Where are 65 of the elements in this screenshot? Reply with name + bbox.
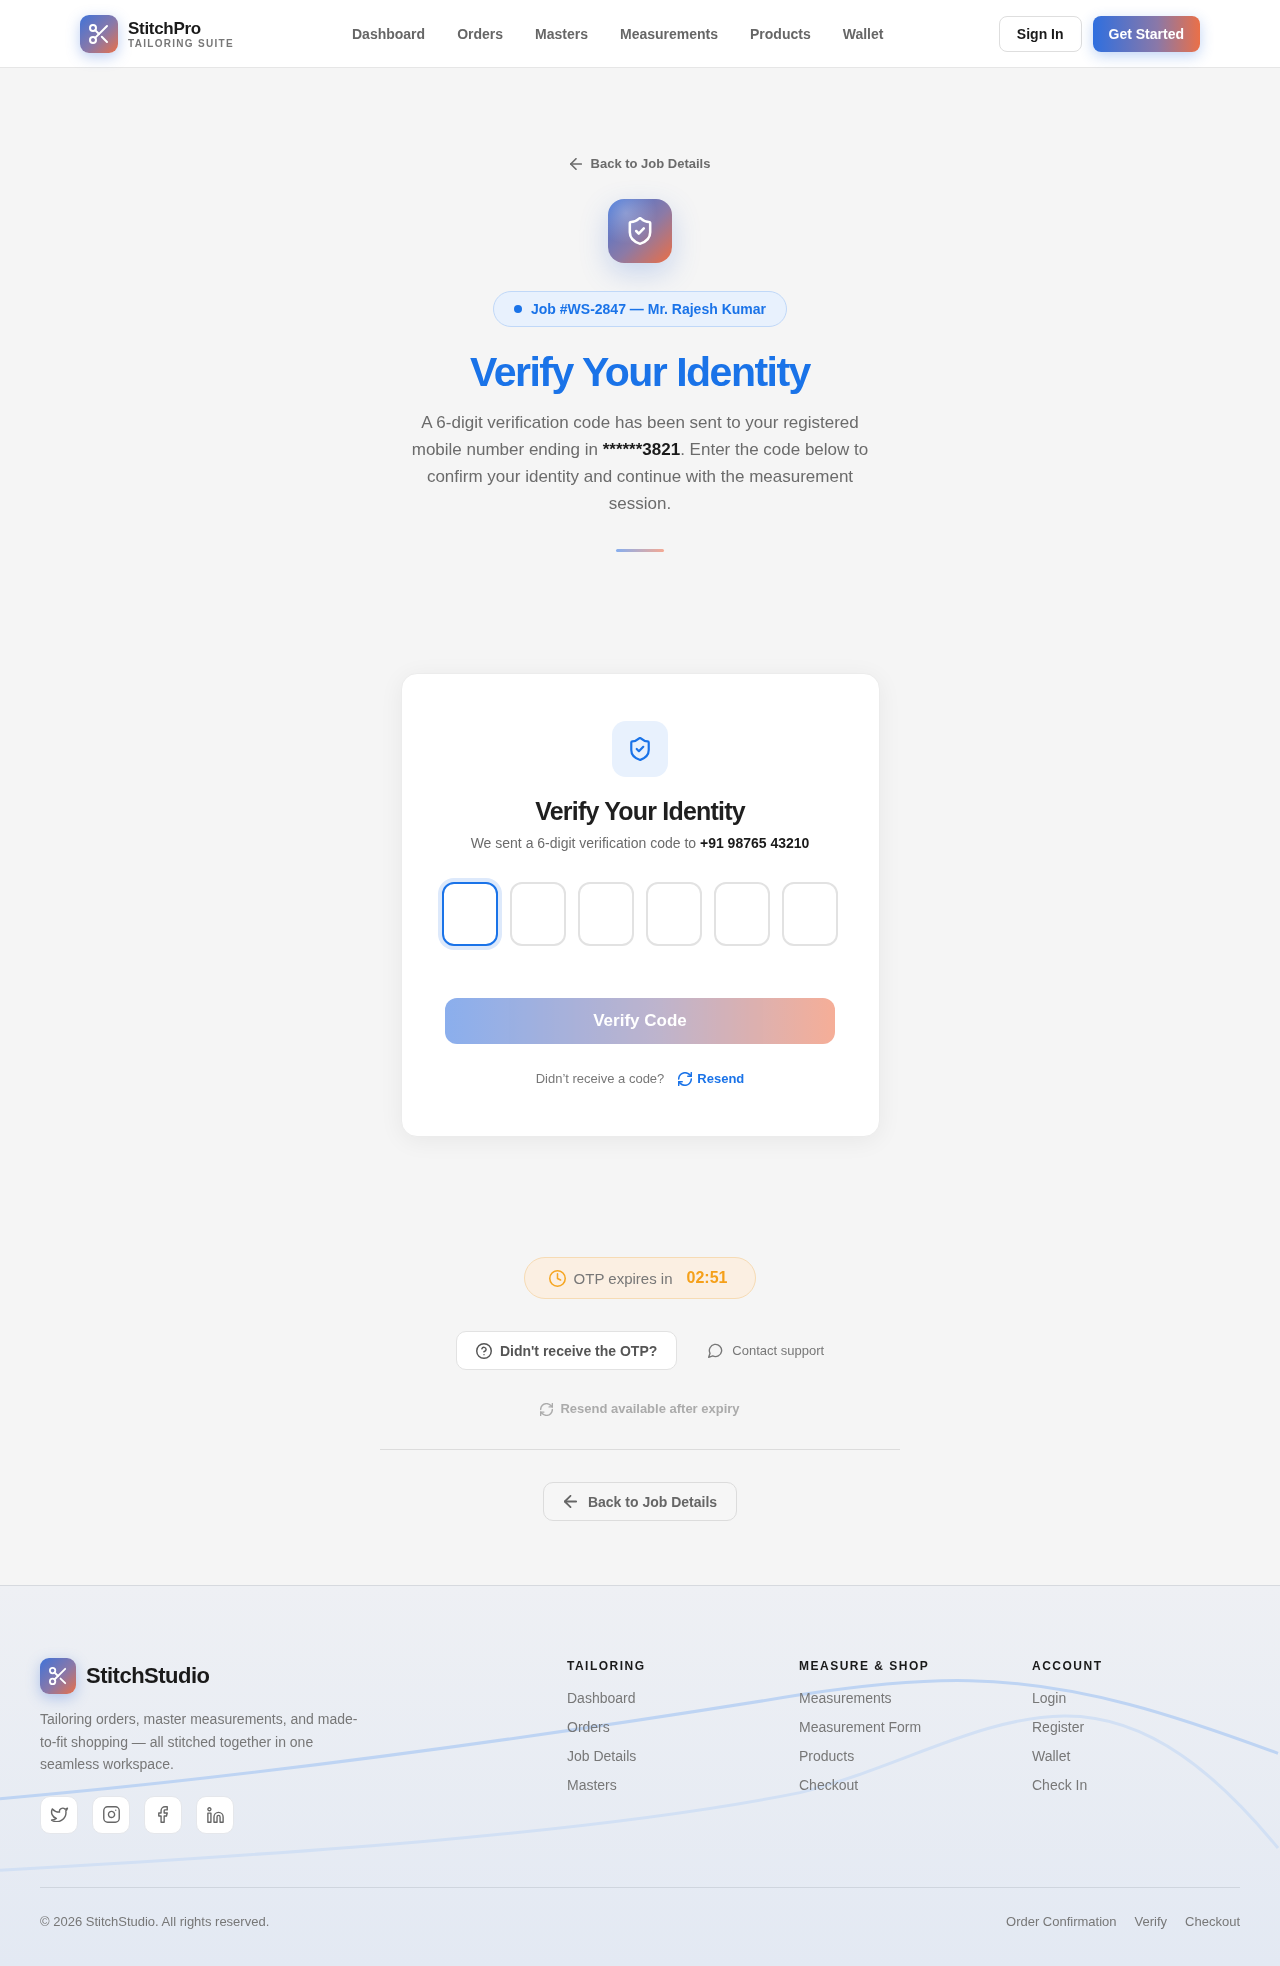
nav-link[interactable]: Measurements [619,24,718,43]
resend-availability-note: Resend available after expiry [560,1400,740,1418]
footer-description: Tailoring orders, master measurements, and made-to-fit shopping — all stitched together in one seamless workspace. [40,1710,359,1774]
social-button[interactable] [196,1795,234,1834]
question-circle-icon [475,1342,492,1359]
footer-link[interactable]: Login [1032,1688,1067,1708]
shield-check-icon [612,721,668,777]
footer-bottom-link[interactable]: Order Confirmation [1006,1911,1117,1932]
footer-column-heading: ACCOUNT [1032,1658,1103,1674]
sign-in-button[interactable]: Sign In [998,15,1082,52]
page-description: A 6-digit verification code has been sent to your registered mobile number ending in ******3821. Enter the code below to confirm your identity and continue with the measurement session. [410,412,870,515]
nav-link[interactable]: Masters [535,24,588,43]
nav-link[interactable]: Products [750,24,811,43]
footer-link[interactable]: Job Details [567,1746,637,1766]
linkedin-icon [206,1806,224,1823]
footer-link[interactable]: Products [799,1746,855,1766]
footer-link[interactable]: Check In [1032,1775,1088,1795]
clock-icon [548,1269,566,1287]
footer-column-heading: MEASURE & SHOP [799,1658,930,1674]
resend-link[interactable]: Resend [678,1069,745,1089]
footer-link[interactable]: Register [1032,1717,1085,1737]
footer-link[interactable]: Measurements [799,1688,892,1708]
accent-divider [616,549,664,552]
social-button[interactable] [144,1795,182,1834]
nav-link[interactable]: Dashboard [352,24,426,43]
social-button[interactable] [92,1795,130,1834]
refresh-icon [678,1072,693,1086]
facebook-icon [158,1806,168,1823]
status-dot-icon [514,305,522,313]
expiry-label: OTP expires in [573,1269,673,1287]
scissors-logo-icon [80,14,118,53]
shield-check-icon [608,199,672,263]
resend-prompt: Didn’t receive a code? [535,1070,665,1088]
back-link[interactable]: Back to Job Details [569,154,711,174]
nav-link[interactable]: Orders [457,24,504,43]
scissors-logo-icon [40,1658,76,1694]
nav-link[interactable]: Wallet [842,24,884,43]
back-button[interactable]: Back to Job Details [542,1482,738,1521]
footer-link[interactable]: Dashboard [567,1688,636,1708]
footer-bottom-link[interactable]: Checkout [1185,1911,1240,1932]
footer-bottom-link[interactable]: Verify [1134,1911,1168,1932]
card-subtitle: We sent a 6-digit verification code to +91 98765 43210 [470,834,810,853]
footer-column-heading: TAILORING [567,1658,646,1674]
footer-link[interactable]: Measurement Form [799,1717,922,1737]
page-title: Verify Your Identity [470,348,810,397]
footer-link[interactable]: Checkout [799,1775,859,1795]
footer-brand-name: StitchStudio [86,1663,210,1689]
camera-icon [102,1806,120,1823]
expiry-countdown: 02:51 [686,1269,728,1287]
copyright-text: © 2026 StitchStudio. All rights reserved. [40,1912,270,1931]
footer-link[interactable]: Wallet [1032,1746,1071,1766]
footer-link[interactable]: Orders [567,1717,610,1737]
brand-tagline: TAILORING SUITE [128,37,234,49]
card-title: Verify Your Identity [535,797,745,826]
chat-bubble-icon [708,1343,724,1358]
footer-link[interactable]: Masters [567,1775,617,1795]
otp-help-button[interactable]: Didn't receive the OTP? [455,1331,678,1370]
social-button[interactable] [40,1795,78,1834]
contact-support-link[interactable]: Contact support [708,1343,825,1358]
refresh-icon [540,1402,554,1416]
brand-name: StitchPro [128,18,202,38]
get-started-button[interactable]: Get Started [1092,15,1200,52]
otp-input[interactable] [442,882,498,946]
bird-icon [49,1807,69,1822]
badge-label: Job #WS-2847 — Mr. Rajesh Kumar [531,301,766,317]
